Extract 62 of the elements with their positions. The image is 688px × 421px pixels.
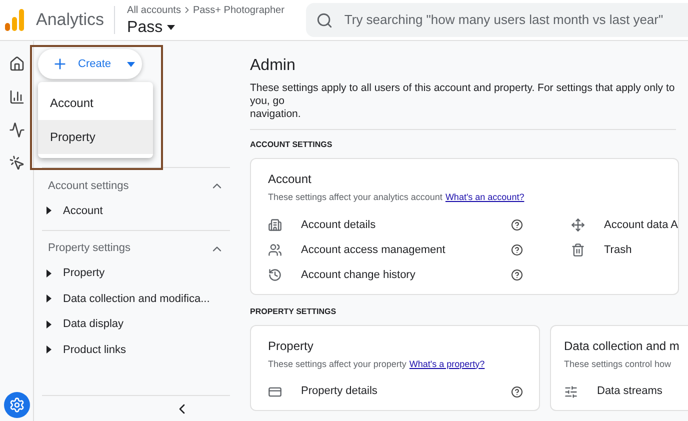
sidebar-item[interactable]: Data display — [42, 312, 230, 337]
cursor-target-icon[interactable] — [8, 155, 24, 171]
expand-caret-icon — [46, 294, 52, 303]
section-title: Account settings — [48, 178, 129, 194]
card-title: Account — [268, 171, 312, 188]
help-icon[interactable] — [511, 244, 523, 256]
settings-link[interactable]: Property details — [301, 383, 378, 400]
sidebar-item[interactable]: Product links — [42, 337, 230, 362]
settings-button[interactable] — [4, 392, 30, 418]
settings-link[interactable]: Trash — [604, 242, 632, 258]
settings-link[interactable]: Account change history — [301, 266, 416, 284]
sidebar-item[interactable]: Account — [42, 198, 230, 224]
property-picker[interactable]: Pass — [127, 18, 284, 38]
expand-caret-icon — [46, 320, 52, 328]
app-name: Analytics — [36, 9, 104, 32]
page-title: Admin — [250, 56, 296, 76]
create-button[interactable]: Create — [38, 49, 142, 79]
page-description: These settings apply to all users of this account and property. For settings that apply only to you, go navigation. — [250, 82, 676, 121]
sidebar-item[interactable]: Property — [42, 260, 230, 286]
menu-item[interactable]: Property — [38, 120, 153, 154]
section-heading: PROPERTY SETTINGS — [250, 306, 338, 316]
card-title: Property — [268, 338, 314, 354]
plus-icon — [52, 56, 68, 72]
caret-icon — [166, 25, 175, 30]
settings-link[interactable]: Account data A — [604, 216, 678, 234]
search-icon — [316, 12, 334, 28]
help-icon[interactable] — [511, 219, 523, 231]
help-icon[interactable] — [511, 386, 523, 398]
breadcrumb-link[interactable]: All accounts — [127, 2, 181, 18]
row-icon — [268, 268, 282, 282]
help-link[interactable]: What's an account? — [445, 191, 524, 204]
expand-caret-icon — [46, 269, 52, 278]
home-icon[interactable] — [8, 56, 24, 72]
expand-caret-icon — [46, 206, 52, 215]
settings-link[interactable]: Data streams — [597, 383, 662, 400]
card-description: These settings affect your property — [268, 358, 406, 371]
help-link[interactable]: What's a property? — [409, 358, 485, 371]
settings-icon — [8, 397, 24, 413]
card-description: These settings control how — [564, 358, 672, 371]
row-icon — [268, 218, 282, 232]
search-field[interactable]: Try searching "how many users last month vs last year" — [306, 3, 688, 37]
row-icon — [268, 243, 282, 257]
sidebar-item[interactable]: Data collection and modifica... — [42, 286, 230, 312]
section-title: Property settings — [48, 241, 131, 256]
expand-caret-icon — [46, 346, 52, 354]
breadcrumb-link[interactable]: Pass+ Photographer — [192, 2, 284, 18]
row-icon — [571, 218, 585, 232]
search-input[interactable]: Try searching "how many users last month vs last year" — [344, 10, 688, 30]
card-description: These settings affect your analytics account — [268, 191, 442, 204]
row-icon — [571, 243, 585, 257]
settings-link[interactable]: Account access management — [301, 242, 446, 258]
logo-icon — [5, 9, 25, 31]
row-icon — [268, 384, 282, 398]
settings-link[interactable]: Account details — [301, 216, 376, 234]
caret-icon — [127, 62, 136, 66]
menu-item[interactable]: Account — [38, 86, 153, 120]
help-icon[interactable] — [511, 269, 523, 281]
row-icon — [564, 384, 578, 398]
trend-icon[interactable] — [8, 122, 24, 138]
bar-chart-icon[interactable] — [8, 89, 24, 105]
section-heading: ACCOUNT SETTINGS — [250, 140, 334, 150]
card-title: Data collection and m — [564, 338, 680, 354]
